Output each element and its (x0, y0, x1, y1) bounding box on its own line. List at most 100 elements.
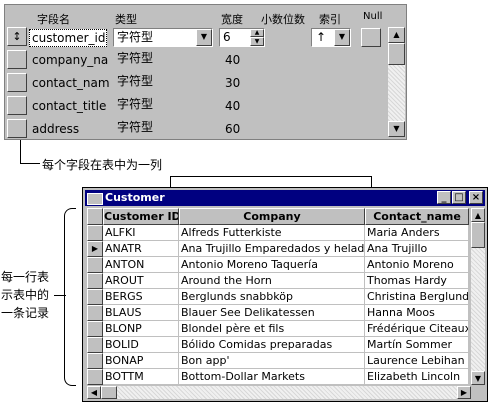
field-column-callout: 每个字段在表中为一列 (42, 158, 163, 172)
scroll-right-icon[interactable]: ▶ (457, 386, 471, 399)
callout-brace (64, 208, 76, 386)
scroll-thumb[interactable] (471, 222, 485, 248)
cell-company[interactable]: Blondel père et fils (179, 321, 365, 337)
scroll-thumb[interactable] (388, 43, 405, 65)
row-selector[interactable] (7, 119, 27, 138)
row-selector[interactable] (7, 50, 27, 69)
cell-customer-id[interactable]: BOTTM (103, 369, 179, 385)
cell-contact-name[interactable]: Ana Trujillo (365, 241, 469, 257)
cell-customer-id[interactable]: ANTON (103, 257, 179, 273)
cell-company[interactable]: Blauer See Delikatessen (179, 305, 365, 321)
horizontal-scrollbar[interactable]: ◀ ▶ (87, 386, 471, 399)
chevron-down-icon[interactable]: ▼ (196, 29, 212, 46)
cell-contact-name[interactable]: Elizabeth Lincoln (365, 369, 469, 385)
row-selector[interactable] (7, 73, 27, 92)
column-header-contact-name[interactable]: Contact_name (365, 208, 469, 225)
cell-customer-id[interactable]: BONAP (103, 353, 179, 369)
field-name[interactable]: company_na (32, 50, 108, 70)
row-selector[interactable] (7, 96, 27, 115)
cell-customer-id[interactable]: BLONP (103, 321, 179, 337)
cell-customer-id[interactable]: ALFKI (103, 225, 179, 241)
sort-ascending-icon: ↑ (316, 30, 327, 44)
field-name[interactable]: contact_title (32, 96, 106, 116)
record-selector[interactable] (87, 321, 103, 337)
scroll-down-icon[interactable]: ▼ (471, 371, 485, 385)
cell-contact-name[interactable]: Martín Sommer (365, 337, 469, 353)
cell-customer-id[interactable]: BLAUS (103, 305, 179, 321)
header-width: 宽度 (221, 13, 243, 26)
header-null: Null (363, 11, 383, 22)
header-decimals: 小数位数 (261, 13, 305, 26)
field-width[interactable]: 40 (225, 96, 240, 116)
cell-contact-name[interactable]: Hanna Moos (365, 305, 469, 321)
row-selector[interactable]: ↕ (7, 27, 27, 46)
record-selector[interactable] (87, 369, 103, 385)
customer-window: Customer _ □ × Customer ID Company Conta… (82, 187, 488, 402)
scroll-up-icon[interactable]: ▲ (388, 27, 405, 43)
field-width[interactable]: 30 (225, 73, 240, 93)
field-name[interactable]: address (32, 119, 79, 139)
header-field-name: 字段名 (37, 13, 70, 26)
field-type[interactable]: 字符型 (117, 48, 153, 68)
scroll-thumb[interactable] (101, 386, 117, 399)
chevron-down-icon[interactable]: ▼ (334, 29, 350, 46)
title-bar[interactable]: Customer _ □ × (85, 190, 485, 206)
field-name-input[interactable]: customer_id (29, 29, 107, 47)
minimize-icon[interactable]: _ (437, 191, 451, 204)
scroll-corner (471, 386, 485, 399)
record-selector[interactable] (87, 225, 103, 241)
index-dropdown[interactable]: ↑ ▼ (311, 28, 351, 47)
record-selector[interactable]: ▶ (87, 241, 103, 257)
scroll-up-icon[interactable]: ▲ (471, 208, 485, 222)
callout-line (20, 140, 21, 163)
field-type[interactable]: 字符型 (117, 117, 153, 137)
header-type: 类型 (115, 13, 137, 26)
scroll-down-icon[interactable]: ▼ (388, 121, 405, 137)
callout-bracket (170, 176, 372, 177)
window-icon (87, 193, 103, 205)
cell-contact-name[interactable]: Antonio Moreno (365, 257, 469, 273)
scroll-left-icon[interactable]: ◀ (87, 386, 101, 399)
cell-customer-id[interactable]: BOLID (103, 337, 179, 353)
width-stepper[interactable]: 6 ▲ ▼ (219, 28, 265, 47)
record-selector[interactable] (87, 305, 103, 321)
record-selector[interactable] (87, 273, 103, 289)
record-selector[interactable] (87, 257, 103, 273)
cell-customer-id[interactable]: BERGS (103, 289, 179, 305)
cell-contact-name[interactable]: Maria Anders (365, 225, 469, 241)
callout-line (20, 163, 40, 164)
field-type[interactable]: 字符型 (117, 94, 153, 114)
cell-company[interactable]: Bólido Comidas preparadas (179, 337, 365, 353)
field-width[interactable]: 60 (225, 119, 240, 139)
field-name[interactable]: contact_nam (32, 73, 110, 93)
type-dropdown[interactable]: 字符型 ▼ (113, 28, 213, 47)
cell-company[interactable]: Ana Trujillo Emparedados y helados (179, 241, 365, 257)
cell-company[interactable]: Around the Horn (179, 273, 365, 289)
vertical-scrollbar[interactable]: ▲ ▼ (471, 208, 485, 385)
column-header-company[interactable]: Company (179, 208, 365, 225)
window-title: Customer (105, 191, 165, 204)
cell-company[interactable]: Berglunds snabbköp (179, 289, 365, 305)
record-selector[interactable] (87, 353, 103, 369)
vertical-scrollbar[interactable]: ▲ ▼ (388, 27, 405, 137)
stepper-up-icon[interactable]: ▲ (250, 29, 264, 37)
field-width[interactable]: 40 (225, 50, 240, 70)
cell-contact-name[interactable]: Thomas Hardy (365, 273, 469, 289)
cell-contact-name[interactable]: Frédérique Citeaux (365, 321, 469, 337)
field-type[interactable]: 字符型 (117, 71, 153, 91)
cell-company[interactable]: Bon app' (179, 353, 365, 369)
cell-contact-name[interactable]: Laurence Lebihan (365, 353, 469, 369)
maximize-icon[interactable]: □ (452, 191, 466, 204)
record-selector[interactable] (87, 337, 103, 353)
cell-contact-name[interactable]: Christina Berglund (365, 289, 469, 305)
record-selector[interactable] (87, 289, 103, 305)
close-icon[interactable]: × (469, 191, 483, 204)
cell-company[interactable]: Antonio Moreno Taquería (179, 257, 365, 273)
cell-company[interactable]: Alfreds Futterkiste (179, 225, 365, 241)
null-toggle[interactable] (361, 28, 381, 47)
cell-company[interactable]: Bottom-Dollar Markets (179, 369, 365, 385)
cell-customer-id[interactable]: ANATR (103, 241, 179, 257)
stepper-down-icon[interactable]: ▼ (250, 37, 264, 46)
column-header-customer-id[interactable]: Customer ID (103, 208, 179, 225)
cell-customer-id[interactable]: AROUT (103, 273, 179, 289)
